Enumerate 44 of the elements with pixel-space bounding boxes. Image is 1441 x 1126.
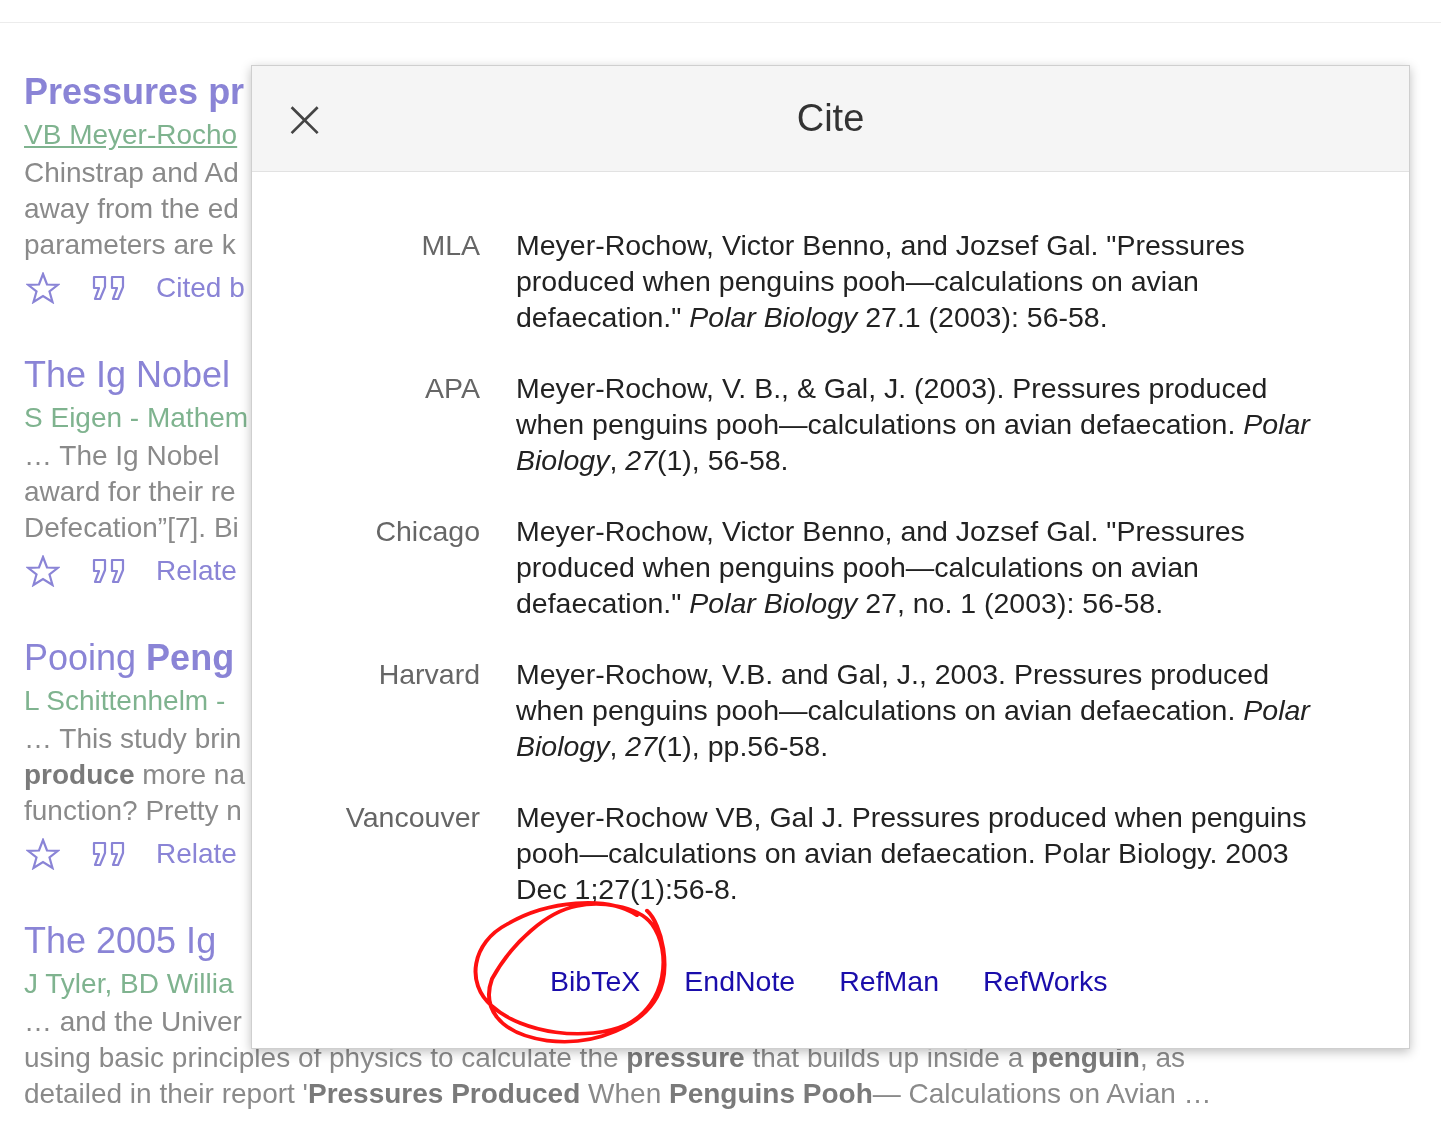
citation-text: Meyer-Rochow, V.B. and Gal, J., 2003. Pressures produced when penguins pooh—calculations on avian defaecation. Polar Biology, 27(1), pp.56-58.	[516, 657, 1312, 764]
close-button[interactable]: ×	[278, 94, 332, 143]
quote-icon[interactable]	[92, 841, 126, 867]
result-link[interactable]: Relate	[156, 555, 237, 587]
export-link[interactable]: EndNote	[684, 965, 796, 997]
citation-text: Meyer-Rochow, Victor Benno, and Jozsef Gal. "Pressures produced when penguins pooh—calculations on avian defaecation." Polar Biology 27.1 (2003): 56-58.	[516, 228, 1246, 335]
star-icon[interactable]	[26, 838, 60, 870]
result-authors[interactable]: VB Meyer-Rocho	[24, 115, 238, 155]
snippet-line: … The Ig Nobel	[24, 439, 220, 473]
result-authors[interactable]: S Eigen - Mathem	[24, 398, 249, 438]
dialog-title: Cite	[796, 97, 865, 140]
result-link[interactable]: Relate	[156, 838, 237, 870]
citation-style-label: MLA	[420, 228, 480, 263]
star-icon[interactable]	[26, 272, 60, 304]
export-link[interactable]: RefWorks	[983, 965, 1108, 997]
result-authors[interactable]: J Tyler, BD Willia	[24, 964, 234, 1004]
snippet-line: … and the Univer	[24, 1005, 242, 1039]
snippet-line: Defecation”[7]. Bi	[24, 511, 239, 545]
quote-icon[interactable]	[92, 558, 126, 584]
result-title[interactable]: Pressures pr	[24, 69, 245, 115]
result-title[interactable]: The 2005 Ig	[24, 918, 217, 964]
citation-text: Meyer-Rochow, V. B., & Gal, J. (2003). Pressures produced when penguins pooh—calculations on avian defaecation. Polar Biology, 27(1), 56-58.	[516, 371, 1312, 478]
snippet-line: … This study brin	[24, 722, 242, 756]
snippet-line: detailed in their report 'Pressures Produced When Penguins Pooh— Calculations on Avian …	[24, 1077, 1212, 1111]
result-authors[interactable]: L Schittenhelm -	[24, 681, 226, 721]
snippet-line: away from the ed	[24, 192, 239, 226]
snippet-line: award for their re	[24, 475, 236, 509]
citation-style-label: Chicago	[374, 514, 480, 549]
citation-style-label: APA	[424, 371, 480, 406]
snippet-line: function? Pretty n	[24, 794, 242, 828]
quote-icon[interactable]	[92, 275, 126, 301]
citation-style-label: Harvard	[377, 657, 480, 692]
result-title[interactable]: The Ig Nobel	[24, 352, 231, 398]
snippet-line: Chinstrap and Ad	[24, 156, 239, 190]
citation-text: Meyer-Rochow, Victor Benno, and Jozsef Gal. "Pressures produced when penguins pooh—calculations on avian defaecation." Polar Biology 27, no. 1 (2003): 56-58.	[516, 514, 1246, 621]
result-link[interactable]: Cited b	[156, 272, 245, 304]
snippet-line: produce more na	[24, 758, 245, 792]
snippet-line: parameters are k	[24, 228, 236, 262]
result-title[interactable]: Pooing Peng	[24, 635, 235, 681]
citation-text: Meyer-Rochow VB, Gal J. Pressures produced when penguins pooh—calculations on avian defaecation. Polar Biology. 2003 Dec 1;27(1):56-8.	[516, 800, 1308, 907]
export-link[interactable]: RefMan	[839, 965, 940, 997]
citation-style-label: Vancouver	[344, 800, 480, 835]
export-link[interactable]: BibTeX	[550, 965, 641, 997]
star-icon[interactable]	[26, 555, 60, 587]
